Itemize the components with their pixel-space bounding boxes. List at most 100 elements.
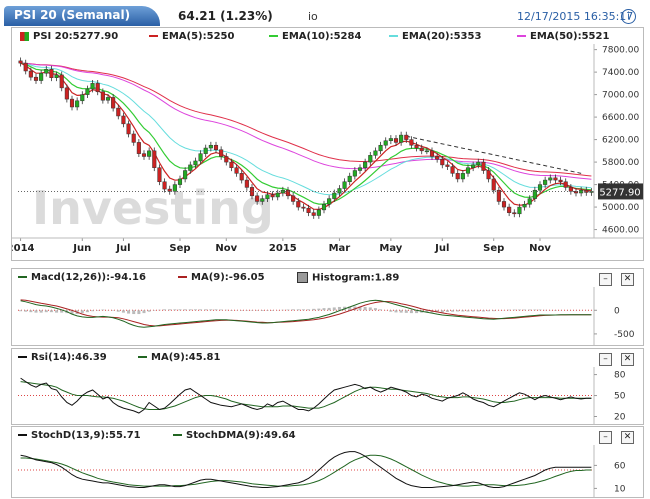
candle-body bbox=[296, 201, 301, 208]
candle-body bbox=[64, 87, 69, 100]
candle-body bbox=[409, 139, 414, 146]
legend-item-ema20: EMA(20):5353 bbox=[389, 31, 481, 42]
macd-histogram-bar bbox=[147, 310, 151, 312]
candle-body bbox=[260, 198, 265, 202]
candle-body bbox=[162, 181, 167, 190]
candle-body bbox=[393, 138, 399, 143]
candle-body bbox=[347, 175, 352, 183]
candle-body bbox=[388, 138, 393, 141]
candle-body bbox=[54, 74, 59, 78]
x-tick-label: Mar bbox=[329, 243, 351, 254]
macd-histogram-bar bbox=[291, 309, 295, 311]
candle-body bbox=[85, 88, 90, 95]
x-tick-label: 2015 bbox=[269, 243, 297, 254]
candle-body bbox=[548, 177, 553, 181]
rsi-legend: Rsi(14):46.39 MA(9):45.81 bbox=[12, 349, 643, 365]
instrument-tab[interactable]: PSI 20 (Semanal) bbox=[4, 6, 160, 26]
candle-body bbox=[198, 153, 203, 162]
candle-body bbox=[126, 123, 131, 135]
macd-histogram-bar bbox=[517, 309, 521, 311]
macd-histogram-bar bbox=[209, 309, 213, 311]
candle-body bbox=[141, 153, 147, 157]
x-tick-label: Jul bbox=[115, 243, 130, 254]
stoch-minimize-button[interactable]: – bbox=[599, 431, 612, 444]
candle-body bbox=[18, 60, 23, 64]
legend-item-rsi-ma: MA(9):45.81 bbox=[138, 352, 220, 363]
y-tick-label: 7000.00 bbox=[602, 91, 639, 101]
macd-histogram-bar bbox=[214, 309, 218, 311]
stoch-close-button[interactable]: ✕ bbox=[621, 431, 634, 444]
candle-body bbox=[105, 97, 111, 101]
candle-body bbox=[177, 178, 183, 185]
candle-body bbox=[49, 69, 54, 78]
y-tick-label: 6600.00 bbox=[602, 113, 639, 123]
macd-histogram-bar bbox=[363, 306, 367, 311]
candle-body bbox=[147, 150, 152, 157]
candle-body bbox=[471, 164, 476, 168]
stoch-ma-line bbox=[20, 454, 592, 487]
candle-body bbox=[33, 76, 39, 81]
candle-body bbox=[522, 204, 527, 208]
candle-body bbox=[558, 179, 563, 183]
candle-body bbox=[512, 212, 517, 215]
macd-histogram-bar bbox=[492, 310, 496, 312]
macd-histogram-bar bbox=[163, 309, 167, 311]
macd-histogram-bar bbox=[296, 309, 300, 311]
macd-histogram-bar bbox=[183, 309, 187, 311]
watermark: Investing bbox=[32, 181, 274, 235]
rsi-minimize-button[interactable]: – bbox=[599, 353, 612, 366]
macd-histogram-bar bbox=[173, 309, 177, 311]
legend-item-ema10: EMA(10):5284 bbox=[269, 31, 361, 42]
macd-y-tick-label: -500 bbox=[614, 330, 635, 340]
macd-y-tick-label: 0 bbox=[614, 306, 620, 316]
price-chart[interactable]: Investing4600.005000.005400.005800.00620… bbox=[12, 44, 643, 260]
stoch-chart[interactable]: 60 10 bbox=[12, 445, 643, 497]
macd-histogram-bar bbox=[476, 310, 480, 312]
candle-body bbox=[316, 209, 321, 216]
rsi-chart[interactable]: 80 50 20 bbox=[12, 367, 643, 424]
macd-histogram-bar bbox=[204, 309, 208, 311]
macd-histogram-bar bbox=[286, 309, 290, 311]
macd-histogram-bar bbox=[260, 310, 264, 311]
legend-item-stochd: StochD(13,9):55.71 bbox=[18, 430, 141, 441]
macd-histogram-bar bbox=[322, 308, 326, 311]
timestamp: 12/17/2015 16:35:17 bbox=[517, 10, 634, 23]
stoch-y-tick-label: 10 bbox=[614, 484, 626, 494]
candle-body bbox=[193, 160, 198, 166]
candle-body bbox=[306, 207, 311, 213]
macd-histogram-bar bbox=[445, 310, 449, 312]
macd-histogram-bar bbox=[466, 310, 470, 312]
x-tick-label: Sep bbox=[169, 243, 190, 254]
macd-histogram-bar bbox=[440, 310, 444, 313]
candle-body bbox=[23, 62, 28, 72]
candle-body bbox=[445, 164, 450, 167]
macd-histogram-bar bbox=[373, 308, 377, 311]
macd-chart[interactable]: 0 -500 bbox=[12, 287, 643, 345]
macd-histogram-bar bbox=[394, 310, 398, 313]
candlestick-icon bbox=[20, 31, 29, 41]
candle-body bbox=[244, 179, 249, 188]
legend-item-ema5: EMA(5):5250 bbox=[149, 31, 234, 42]
rsi-close-button[interactable]: ✕ bbox=[621, 353, 634, 366]
macd-histogram-bar bbox=[193, 309, 197, 311]
rsi-panel: Rsi(14):46.39 MA(9):45.81 – ✕ 80 50 20 bbox=[11, 348, 644, 425]
macd-histogram-bar bbox=[399, 310, 403, 313]
info-icon[interactable]: i bbox=[621, 9, 636, 24]
candle-body bbox=[527, 198, 532, 205]
x-tick-label: Sep bbox=[483, 243, 504, 254]
macd-histogram-bar bbox=[471, 310, 475, 312]
candle-body bbox=[327, 198, 332, 205]
legend-item-macd-ma: MA(9):-96.05 bbox=[178, 272, 265, 283]
candle-body bbox=[543, 179, 548, 185]
macd-legend: Macd(12,26)):-94.16 MA(9):-96.05 Histogr… bbox=[12, 269, 643, 285]
legend-item-rsi: Rsi(14):46.39 bbox=[18, 352, 107, 363]
candle-body bbox=[219, 149, 224, 157]
macd-close-button[interactable]: ✕ bbox=[621, 273, 634, 286]
candle-body bbox=[311, 212, 316, 216]
candle-body bbox=[450, 166, 455, 174]
candle-body bbox=[419, 147, 424, 152]
macd-panel: Macd(12,26)):-94.16 MA(9):-96.05 Histogr… bbox=[11, 268, 644, 346]
legend-item-histogram: Histogram:1.89 bbox=[297, 272, 399, 284]
macd-minimize-button[interactable]: – bbox=[599, 273, 612, 286]
candle-body bbox=[414, 144, 419, 149]
